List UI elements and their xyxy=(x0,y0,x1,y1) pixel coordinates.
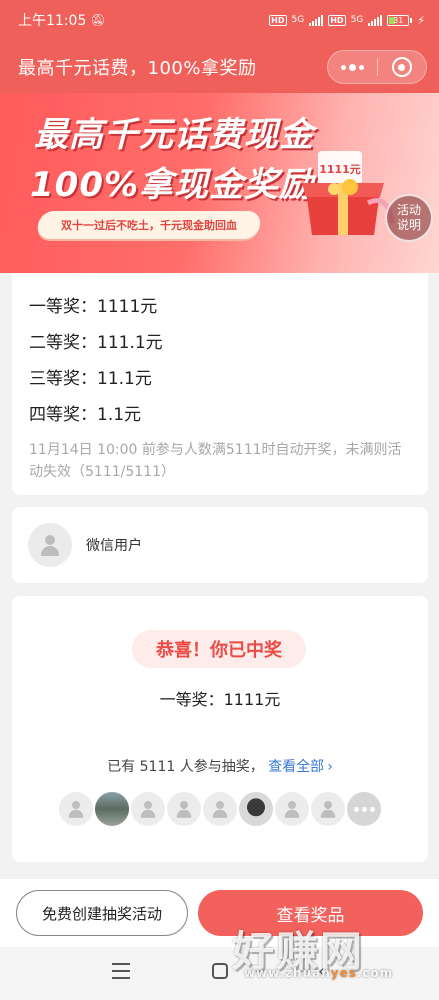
user-placeholder-icon xyxy=(282,799,301,818)
banner-headline-2: 100%拿现金奖励 xyxy=(30,165,315,205)
more-participants-button[interactable] xyxy=(345,790,383,828)
page-title: 最高千元话费，100%拿奖励 xyxy=(18,58,257,79)
participant-avatar xyxy=(273,790,311,828)
activity-rules-button[interactable]: 活动 说明 xyxy=(385,194,433,242)
user-placeholder-icon xyxy=(174,799,193,818)
watermark-url-highlight: yes xyxy=(330,966,357,980)
user-placeholder-icon xyxy=(66,799,85,818)
charging-icon: ⚡︎ xyxy=(417,13,425,27)
home-square-icon[interactable] xyxy=(212,963,228,979)
gift-tag-text: 1111元 xyxy=(319,163,361,176)
participants-count: 5111 xyxy=(139,759,176,775)
menu-icon[interactable] xyxy=(112,963,130,979)
draw-result-card: 恭喜！你已中奖 一等奖：1111元 已有 5111 人参与抽奖， 查看全部 › xyxy=(12,596,428,862)
more-button[interactable] xyxy=(328,51,377,83)
banner-tagline-text: 双十一过后不吃土，千元现金助回血 xyxy=(61,219,237,232)
chevron-right-icon[interactable]: › xyxy=(327,759,333,775)
participant-avatar-photo xyxy=(237,790,275,828)
prize-tier-3: 三等奖：11.1元 xyxy=(29,369,152,389)
user-name: 微信用户 xyxy=(86,538,142,554)
participant-avatars[interactable] xyxy=(57,790,383,828)
target-circle-icon xyxy=(391,57,412,77)
hd-badge-2: HD xyxy=(328,14,346,26)
participant-avatar xyxy=(165,790,203,828)
view-all-link[interactable]: 查看全部 xyxy=(268,759,324,775)
top-bar: 上午11:05 🔕︎ HD 5G HD 5G 31 ⚡︎ 最高千元话费，100%… xyxy=(0,0,439,93)
participants-post: 人参与抽奖， xyxy=(179,759,264,775)
watermark-url-part: .com xyxy=(356,966,394,980)
network-gen-label-2: 5G xyxy=(350,15,364,25)
miniprogram-capsule xyxy=(327,50,427,84)
participants-line: 已有 5111 人参与抽奖， 查看全部 › xyxy=(12,756,428,776)
user-placeholder-icon xyxy=(38,533,62,557)
prize-tier-4: 四等奖：1.1元 xyxy=(29,405,142,425)
status-time: 上午11:05 xyxy=(18,13,87,29)
promo-banner: 最高千元话费现金 100%拿现金奖励 双十一过后不吃土，千元现金助回血 1111… xyxy=(0,93,439,273)
participant-avatar xyxy=(57,790,95,828)
participant-avatar-photo xyxy=(93,790,131,828)
close-miniprogram-button[interactable] xyxy=(378,51,427,83)
participant-avatar xyxy=(129,790,167,828)
more-dots-icon xyxy=(340,63,364,71)
user-placeholder-icon xyxy=(210,799,229,818)
user-placeholder-icon xyxy=(138,799,157,818)
draw-rule-note: 11月14日 10:00 前参与人数满5111时自动开奖，未满则活动失效（511… xyxy=(29,442,402,480)
more-dots-icon xyxy=(353,806,375,812)
organizer-card[interactable]: 微信用户 xyxy=(12,507,428,583)
banner-tagline: 双十一过后不吃土，千元现金助回血 xyxy=(36,211,262,239)
avatar xyxy=(28,523,72,567)
hd-badge: HD xyxy=(269,14,287,26)
mute-icon: 🔕︎ xyxy=(90,13,106,27)
watermark-url-part: www.zhuan xyxy=(244,966,331,980)
participant-avatar xyxy=(309,790,347,828)
battery-icon: 31 xyxy=(387,14,413,26)
participant-avatar xyxy=(201,790,239,828)
gift-box-icon: 1111元 xyxy=(302,151,395,235)
bottom-action-bar: 免费创建抽奖活动 查看奖品 xyxy=(0,879,439,947)
network-gen-label: 5G xyxy=(291,15,305,25)
signal-icon xyxy=(309,14,324,26)
banner-headline-1: 最高千元话费现金 xyxy=(34,115,314,155)
won-prize-text: 一等奖：1111元 xyxy=(159,690,281,709)
win-badge: 恭喜！你已中奖 xyxy=(132,630,306,668)
watermark-url: www.zhuanyes.com xyxy=(244,966,393,980)
participants-pre: 已有 xyxy=(107,759,136,775)
create-lottery-button[interactable]: 免费创建抽奖活动 xyxy=(16,890,188,936)
user-placeholder-icon xyxy=(318,799,337,818)
prize-tier-2: 二等奖：111.1元 xyxy=(29,333,163,353)
battery-level: 31 xyxy=(393,15,404,25)
prize-list-card: 一等奖：1111元 二等奖：111.1元 三等奖：11.1元 四等奖：1.1元 … xyxy=(12,273,428,495)
prize-tier-1: 一等奖：1111元 xyxy=(29,297,158,317)
signal-icon-2 xyxy=(368,14,383,26)
status-bar: 上午11:05 🔕︎ HD 5G HD 5G 31 ⚡︎ xyxy=(0,0,439,40)
